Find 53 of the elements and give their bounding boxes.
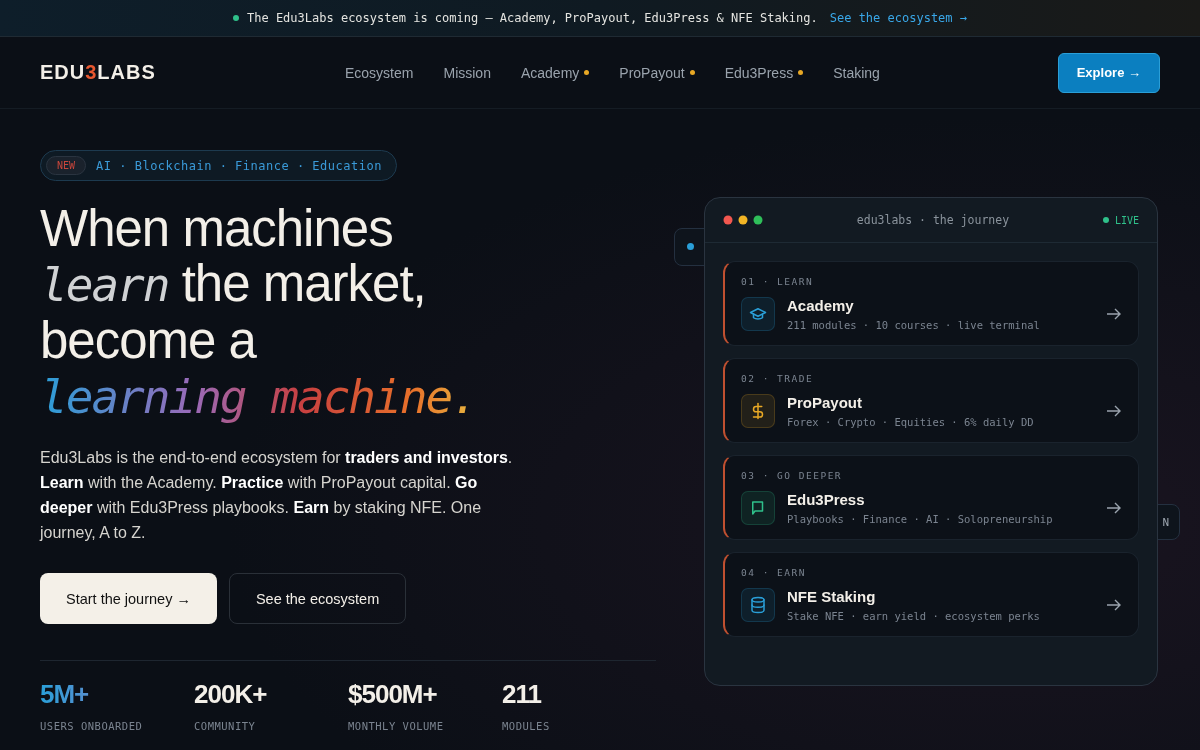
step-details: Playbooks · Finance · AI · Solopreneurship	[787, 513, 1054, 525]
start-journey-button[interactable]: Start the journey →	[40, 573, 217, 624]
indicator-dot-icon	[798, 70, 804, 75]
stat-label: COMMUNITY	[194, 720, 257, 732]
stat-label: MODULES	[502, 720, 551, 732]
nav-link[interactable]: Mission	[443, 64, 491, 81]
description-paragraph: Edu3Labs is the end-to-end ecosystem for traders and investors. Learn with the Academy. Practice with ProPayout capital. Go deeper with Edu3Press playbooks. Earn by staking NFE. One journey, A to Z.	[40, 448, 514, 543]
window-controls-icon	[723, 215, 763, 225]
new-tag: NEW	[46, 156, 87, 175]
nav-link[interactable]: ProPayout	[619, 64, 695, 81]
headline-line: learn the market,	[40, 256, 427, 313]
journey-step-card[interactable]: 04 · EARN NFE Staking Stake NFE · earn yield · ecosystem perks	[723, 552, 1139, 637]
stat-value: 211	[502, 679, 543, 710]
journey-step-card[interactable]: 02 · TRADE ProPayout Forex · Crypto · Equities · 6% daily DD	[723, 358, 1139, 443]
indicator-dot-icon	[584, 70, 590, 75]
journey-step-card[interactable]: 01 · LEARN Academy 211 modules · 10 courses · live terminal	[723, 261, 1139, 346]
headline-line: When machines	[40, 201, 394, 256]
ecosystem-link[interactable]: See the ecosystem →	[829, 11, 967, 25]
stat-label: USERS ONBOARDED	[40, 720, 144, 732]
status-dot-icon	[233, 15, 239, 21]
topic-list: AI · Blockchain · Finance · Education	[96, 158, 382, 173]
stat-value: 200K+	[194, 679, 268, 710]
stat-label: MONTHLY VOLUME	[348, 720, 445, 732]
step-label: 04 · EARN	[741, 567, 807, 578]
arrow-right-icon	[1106, 599, 1122, 611]
step-title: ProPayout	[787, 394, 863, 411]
ecosystem-button[interactable]: See the ecosystem	[228, 573, 407, 624]
step-label: 02 · TRADE	[741, 373, 815, 384]
step-title: NFE Staking	[787, 588, 877, 605]
step-label: 01 · LEARN	[741, 276, 815, 287]
chip-dot-icon	[687, 243, 694, 250]
arrow-right-icon	[1106, 405, 1122, 417]
arrow-right-icon	[1106, 308, 1122, 320]
step-details: 211 modules · 10 courses · live terminal	[787, 319, 1041, 331]
window-title: edu3labs · the journey	[855, 213, 1011, 227]
step-title: Academy	[787, 297, 855, 314]
announcement-text: The Edu3Labs ecosystem is coming — Academy, ProPayout, Edu3Press & NFE Staking.	[247, 11, 818, 25]
indicator-dot-icon	[689, 70, 695, 75]
journey-step-card[interactable]: 03 · GO DEEPER Edu3Press Playbooks · Finance · AI · Solopreneurship	[723, 455, 1139, 540]
nav-link[interactable]: Ecosystem	[345, 64, 414, 81]
step-details: Stake NFE · earn yield · ecosystem perks	[787, 610, 1041, 622]
stat-value: $500M+	[348, 679, 438, 710]
nav-link[interactable]: Academy	[520, 64, 590, 81]
nav-link[interactable]: Staking	[833, 64, 880, 81]
headline-line: become a	[40, 313, 258, 368]
step-label: 03 · GO DEEPER	[741, 470, 844, 481]
logo[interactable]: EDU3LABS	[40, 61, 300, 84]
arrow-right-icon	[1106, 502, 1122, 514]
step-title: Edu3Press	[787, 491, 866, 508]
step-details: Forex · Crypto · Equities · 6% daily DD	[787, 416, 1035, 428]
live-status: LIVE	[1102, 214, 1139, 226]
nav-link[interactable]: Edu3Press	[724, 64, 804, 81]
explore-button[interactable]: Explore →	[1057, 52, 1160, 93]
